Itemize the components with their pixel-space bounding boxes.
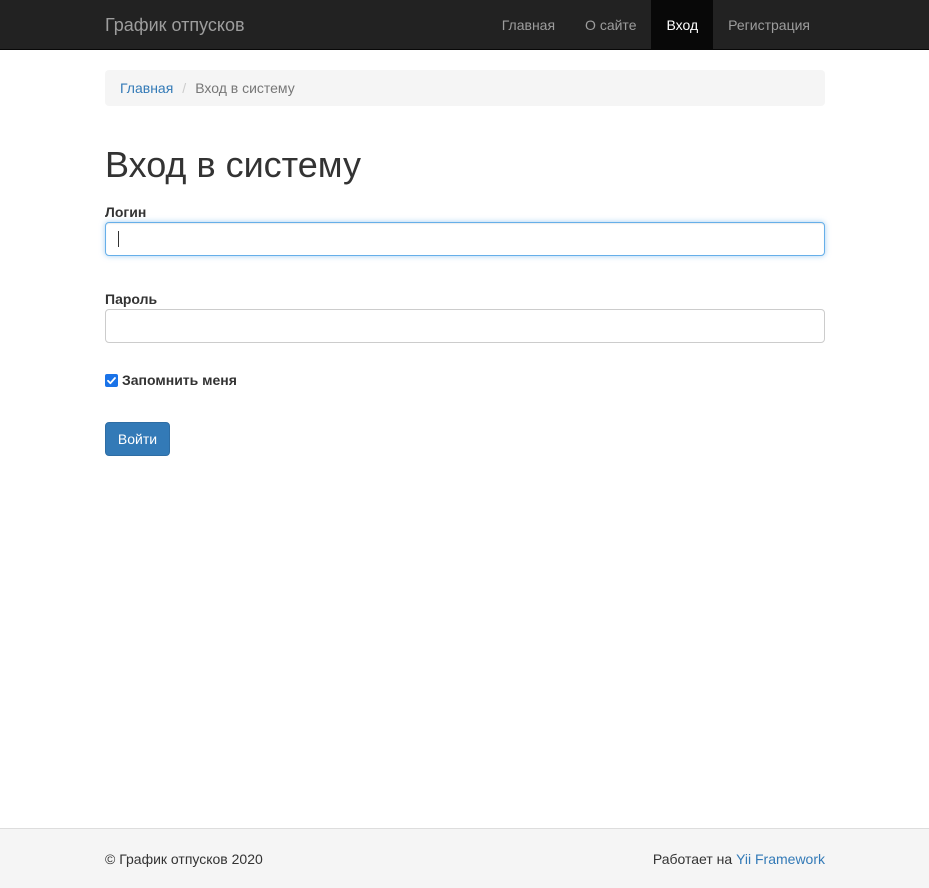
breadcrumb: Главная / Вход в систему: [105, 70, 825, 106]
nav-item-signup: Регистрация: [713, 0, 825, 50]
password-input[interactable]: [105, 309, 825, 343]
top-navbar: График отпусков Главная О сайте Вход Рег…: [0, 0, 929, 50]
footer-powered-prefix: Работает на: [652, 851, 737, 867]
password-label: Пароль: [105, 291, 158, 307]
footer-powered-by: Работает на Yii Framework: [653, 829, 825, 888]
login-input[interactable]: [105, 222, 825, 256]
nav-link-signup[interactable]: Регистрация: [713, 0, 825, 50]
footer-yii-link[interactable]: Yii Framework: [736, 851, 825, 867]
remember-me[interactable]: Запомнить меня: [105, 372, 237, 388]
breadcrumb-separator: /: [182, 80, 187, 96]
navbar-brand[interactable]: График отпусков: [105, 0, 245, 50]
navbar-menu: Главная О сайте Вход Регистрация: [487, 0, 825, 50]
login-label: Логин: [105, 204, 147, 220]
breadcrumb-current: Вход в систему: [195, 80, 295, 96]
remember-me-checkbox[interactable]: [105, 373, 118, 387]
page-title: Вход в систему: [105, 144, 361, 185]
login-button[interactable]: Войти: [105, 422, 170, 456]
breadcrumb-home-link[interactable]: Главная: [120, 80, 173, 96]
remember-me-label: Запомнить меня: [122, 372, 237, 388]
nav-item-about: О сайте: [570, 0, 651, 50]
nav-link-about[interactable]: О сайте: [570, 0, 651, 50]
page: График отпусков Главная О сайте Вход Рег…: [0, 0, 929, 888]
nav-link-home[interactable]: Главная: [487, 0, 570, 50]
nav-item-home: Главная: [487, 0, 570, 50]
footer: © График отпусков 2020 Работает на Yii F…: [0, 828, 929, 888]
footer-copyright: © График отпусков 2020: [105, 851, 263, 867]
nav-item-login: Вход: [651, 0, 714, 50]
text-caret: [118, 231, 119, 247]
checkmark-icon: [107, 376, 116, 384]
nav-link-login[interactable]: Вход: [651, 0, 714, 50]
